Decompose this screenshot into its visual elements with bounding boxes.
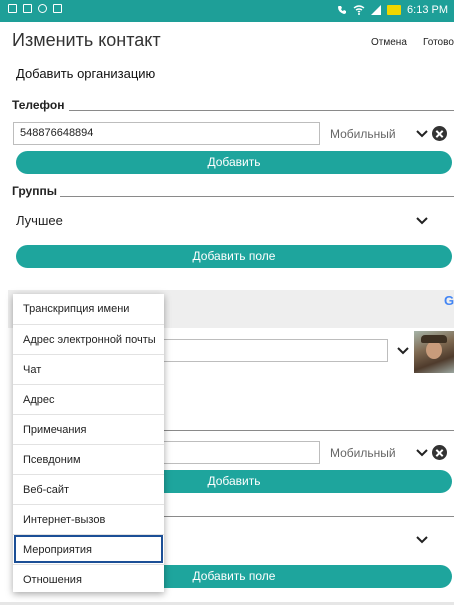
group-select[interactable]: Лучшее	[16, 213, 63, 228]
add-phone-button[interactable]: Добавить	[16, 151, 452, 174]
menu-item-relations[interactable]: Отношения	[13, 564, 164, 594]
status-bar: 6:13 PM	[0, 0, 454, 22]
phone-type-select-2[interactable]: Мобильный	[330, 446, 396, 460]
notification-icon	[8, 4, 17, 13]
sim-icon	[53, 4, 62, 13]
menu-item-internet-call[interactable]: Интернет-вызов	[13, 504, 164, 534]
remove-phone-button[interactable]	[432, 126, 447, 141]
phone-number-field[interactable]: 548876648894	[13, 122, 320, 145]
google-logo: G	[444, 293, 454, 308]
menu-item-address[interactable]: Адрес	[13, 384, 164, 414]
add-field-button[interactable]: Добавить поле	[16, 245, 452, 268]
groups-section-divider-2	[150, 516, 454, 517]
phone-icon	[338, 6, 347, 14]
menu-item-website[interactable]: Веб-сайт	[13, 474, 164, 504]
moon-icon	[38, 4, 47, 13]
contact-photo[interactable]	[414, 331, 454, 373]
groups-section-label: Группы	[12, 184, 57, 198]
add-field-menu: Транскрипция имени Адрес электронной поч…	[13, 294, 164, 592]
chevron-down-icon[interactable]	[415, 127, 429, 141]
chevron-down-icon[interactable]	[396, 344, 410, 358]
status-time: 6:13 PM	[407, 4, 448, 16]
phone-section-divider	[69, 110, 454, 111]
cancel-button[interactable]: Отмена	[371, 37, 407, 48]
chevron-down-icon[interactable]	[415, 214, 429, 228]
menu-item-events[interactable]: Мероприятия	[13, 534, 164, 564]
menu-item-name-transcription[interactable]: Транскрипция имени	[13, 294, 164, 324]
system-icons: 6:13 PM	[337, 4, 448, 16]
remove-phone-button-2[interactable]	[432, 445, 447, 460]
chevron-down-icon[interactable]	[415, 533, 429, 547]
menu-item-notes[interactable]: Примечания	[13, 414, 164, 444]
phone-section-divider-2	[150, 430, 454, 431]
signal-icon	[371, 5, 382, 15]
wifi-icon	[353, 5, 365, 15]
done-button[interactable]: Готово	[423, 37, 454, 48]
notification-icons	[8, 4, 62, 13]
menu-item-nickname[interactable]: Псевдоним	[13, 444, 164, 474]
page-title: Изменить контакт	[12, 30, 161, 50]
groups-section-divider	[60, 196, 454, 197]
phone-number-field-2[interactable]	[150, 441, 320, 464]
notification-icon	[23, 4, 32, 13]
name-field[interactable]	[150, 339, 388, 362]
phone-type-select[interactable]: Мобильный	[330, 127, 396, 141]
add-organization-link[interactable]: Добавить организацию	[16, 66, 155, 81]
phone-section-label: Телефон	[12, 98, 65, 112]
menu-item-chat[interactable]: Чат	[13, 354, 164, 384]
menu-item-email[interactable]: Адрес электронной почты	[13, 324, 164, 354]
chevron-down-icon[interactable]	[415, 446, 429, 460]
battery-icon	[387, 5, 402, 15]
